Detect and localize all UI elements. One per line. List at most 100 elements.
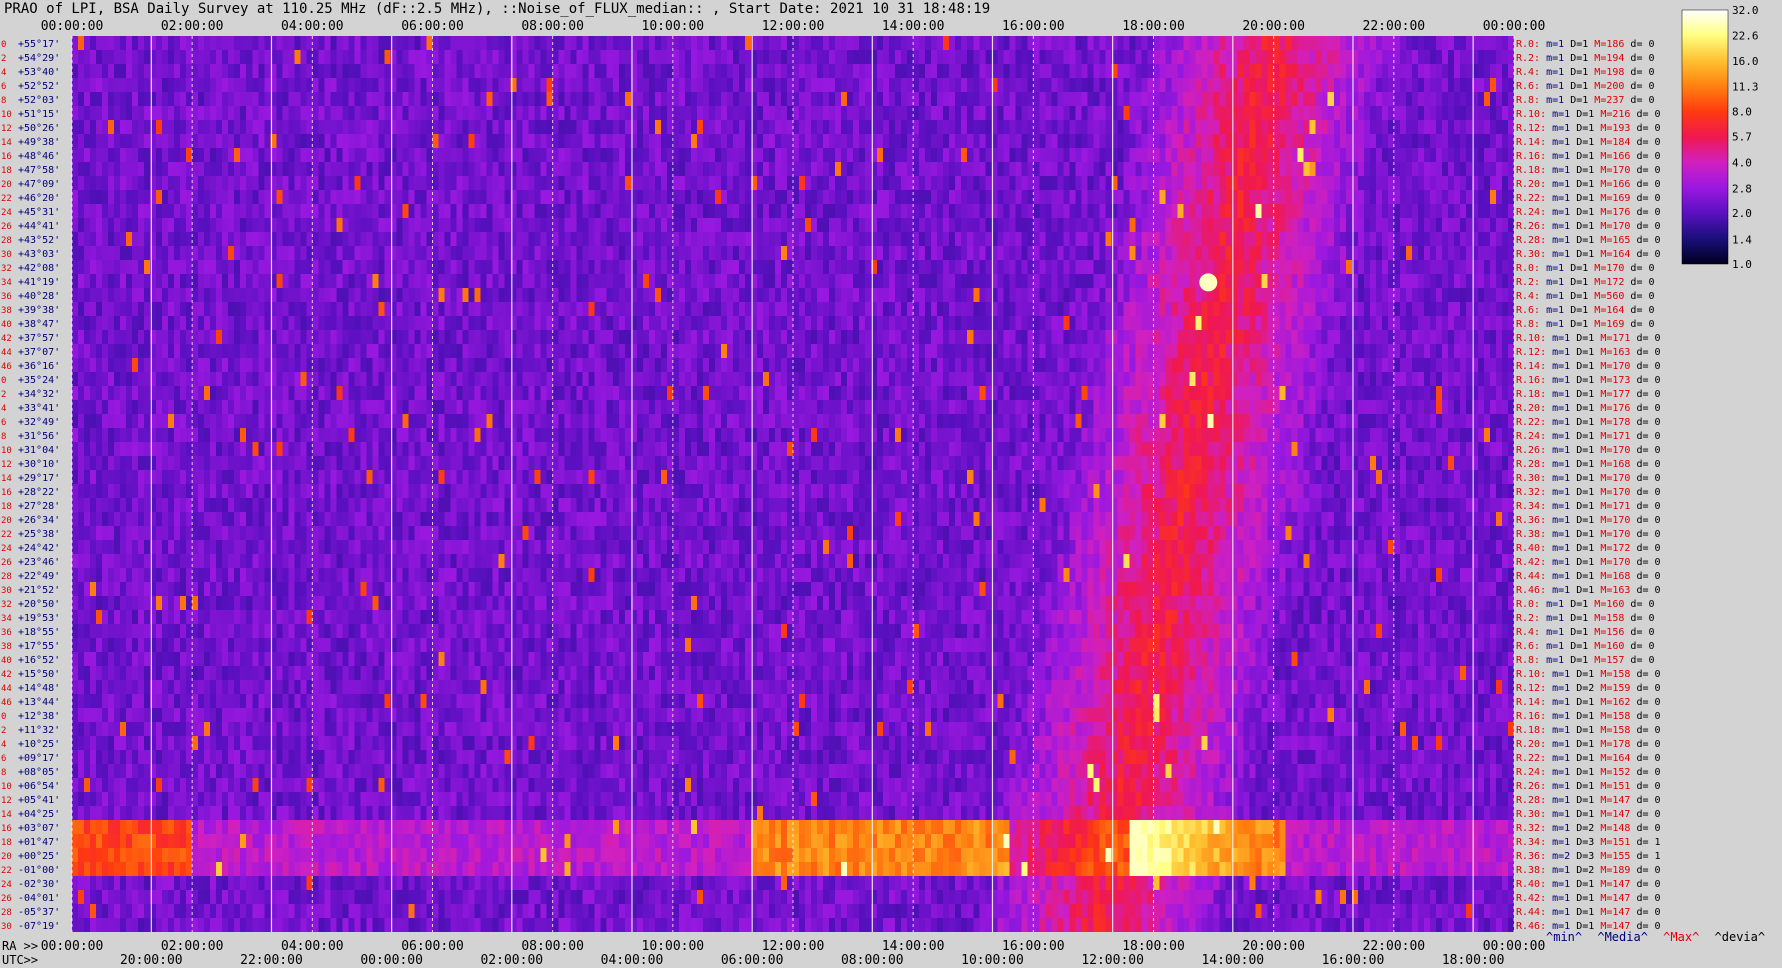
declination-label: +42°08' [18, 263, 60, 274]
declination-label: +28°22' [18, 487, 60, 498]
right-row-label-part: d= 0 [1630, 753, 1660, 764]
top-tick-label: 22:00:00 [1363, 19, 1426, 34]
right-row-label-part: m=1 [1546, 725, 1570, 736]
ra-tick-label: 10:00:00 [642, 939, 705, 954]
right-row-label-part: D=1 [1570, 907, 1594, 918]
right-row-label-part: R.8: [1516, 95, 1540, 106]
right-row-label-part: R.22: [1516, 753, 1546, 764]
row-number-label: 0 [1, 712, 6, 722]
utc-tick-label: 22:00:00 [240, 953, 303, 968]
row-number-label: 22 [1, 530, 12, 540]
right-row-label-part: D=1 [1570, 487, 1594, 498]
right-row-label-part: m=1 [1546, 459, 1570, 470]
right-row-label-part: m=1 [1546, 823, 1570, 834]
right-row-label-part: R.18: [1516, 389, 1546, 400]
row-number-label: 28 [1, 236, 12, 246]
right-row-label: R.24: m=1 D=1 M=171 d= 0 [1516, 431, 1661, 442]
declination-label: +21°52' [18, 585, 60, 596]
colorbar-tick-label: 16.0 [1732, 55, 1759, 68]
right-row-label-part: m=1 [1546, 515, 1570, 526]
right-row-label-part: m=1 [1546, 347, 1570, 358]
right-row-label-part: D=1 [1570, 403, 1594, 414]
declination-label: +32°49' [18, 417, 60, 428]
legend-median: ^Media^ [1597, 930, 1648, 944]
right-row-label-part: d= 0 [1630, 109, 1660, 120]
right-row-label: R.32: m=1 D=1 M=170 d= 0 [1516, 487, 1661, 498]
declination-label: +33°41' [18, 403, 60, 414]
row-number-label: 14 [1, 138, 12, 148]
row-number-label: 28 [1, 908, 12, 918]
declination-label: +10°25' [18, 739, 60, 750]
right-row-label-part: R.10: [1516, 669, 1546, 680]
right-row-label-part: D=3 [1570, 837, 1594, 848]
right-row-label-part: m=1 [1546, 179, 1570, 190]
right-row-label-part: D=1 [1570, 431, 1594, 442]
right-row-label-part: m=1 [1546, 837, 1570, 848]
row-number-label: 44 [1, 348, 12, 358]
right-row-label-part: R.12: [1516, 683, 1546, 694]
right-row-label-part: M=173 [1594, 375, 1630, 386]
declination-label: +09°17' [18, 753, 60, 764]
top-tick-label: 10:00:00 [642, 19, 705, 34]
right-row-label-part: m=1 [1546, 879, 1570, 890]
right-row-label-part: R.20: [1516, 739, 1546, 750]
right-row-label-part: D=1 [1564, 613, 1588, 624]
heatmap-chart: 00:00:00 02:00:00 04:00:00 06:00:00 08:00:00… [1, 4, 1759, 968]
declination-label: +05°41' [18, 795, 60, 806]
right-row-label-part: D=1 [1570, 781, 1594, 792]
declination-label: +36°16' [18, 361, 60, 372]
row-number-label: 44 [1, 684, 12, 694]
right-row-label: R.28: m=1 D=1 M=168 d= 0 [1516, 459, 1661, 470]
right-row-label: R.40: m=1 D=1 M=147 d= 0 [1516, 879, 1661, 890]
declination-label: +43°52' [18, 235, 60, 246]
right-row-label-part: m=1 [1546, 109, 1570, 120]
utc-axis-label: UTC>> [2, 953, 38, 967]
right-row-label: R.10: m=1 D=1 M=216 d= 0 [1516, 109, 1661, 120]
right-row-label-part: d= 0 [1630, 515, 1660, 526]
right-row-label-part: d= 0 [1630, 487, 1660, 498]
utc-tick-label: 16:00:00 [1322, 953, 1385, 968]
right-row-label-part: R.14: [1516, 137, 1546, 148]
declination-label: +49°38' [18, 137, 60, 148]
right-row-label-part: D=1 [1564, 263, 1588, 274]
right-row-label-part: m=1 [1540, 655, 1564, 666]
colorbar-tick-label: 32.0 [1732, 4, 1759, 17]
right-row-label-part: R.44: [1516, 907, 1546, 918]
ra-tick-label: 00:00:00 [1483, 939, 1546, 954]
declination-label: -05°37' [18, 907, 60, 918]
row-number-label: 24 [1, 544, 12, 554]
right-row-label-part: R.14: [1516, 697, 1546, 708]
right-row-label: R.8: m=1 D=1 M=237 d= 0 [1516, 95, 1655, 106]
row-number-label: 4 [1, 404, 6, 414]
declination-label: +24°42' [18, 543, 60, 554]
right-row-label: R.30: m=1 D=1 M=170 d= 0 [1516, 473, 1661, 484]
right-row-label-part: M=169 [1594, 193, 1630, 204]
right-row-label-part: D=3 [1570, 851, 1594, 862]
right-row-label: R.40: m=1 D=1 M=172 d= 0 [1516, 543, 1661, 554]
right-row-label-part: d= 0 [1624, 81, 1654, 92]
utc-tick-label: 18:00:00 [1442, 953, 1505, 968]
right-row-label-part: M=170 [1594, 445, 1630, 456]
right-row-label-part: d= 0 [1630, 375, 1660, 386]
right-row-label: R.20: m=1 D=1 M=176 d= 0 [1516, 403, 1661, 414]
right-row-label-part: M=184 [1594, 137, 1630, 148]
right-row-label-part: D=1 [1570, 809, 1594, 820]
right-row-label: R.20: m=1 D=1 M=166 d= 0 [1516, 179, 1661, 190]
right-row-label-part: R.4: [1516, 291, 1540, 302]
right-row-label-part: R.46: [1516, 921, 1546, 932]
right-row-label-part: R.26: [1516, 781, 1546, 792]
declination-label: +25°38' [18, 529, 60, 540]
right-row-label-part: D=2 [1570, 865, 1594, 876]
row-number-label: 30 [1, 922, 12, 932]
row-number-label: 26 [1, 558, 12, 568]
ra-tick-label: 08:00:00 [521, 939, 584, 954]
right-row-label-part: D=1 [1570, 459, 1594, 470]
right-row-label-part: M=198 [1588, 67, 1624, 78]
row-number-label: 2 [1, 726, 6, 736]
right-row-label-part: m=1 [1540, 95, 1564, 106]
right-row-label-part: D=1 [1570, 893, 1594, 904]
right-row-label-part: d= 0 [1630, 669, 1660, 680]
right-row-label-part: m=1 [1540, 627, 1564, 638]
right-row-label: R.38: m=1 D=2 M=189 d= 0 [1516, 865, 1661, 876]
declination-label: +48°46' [18, 151, 60, 162]
